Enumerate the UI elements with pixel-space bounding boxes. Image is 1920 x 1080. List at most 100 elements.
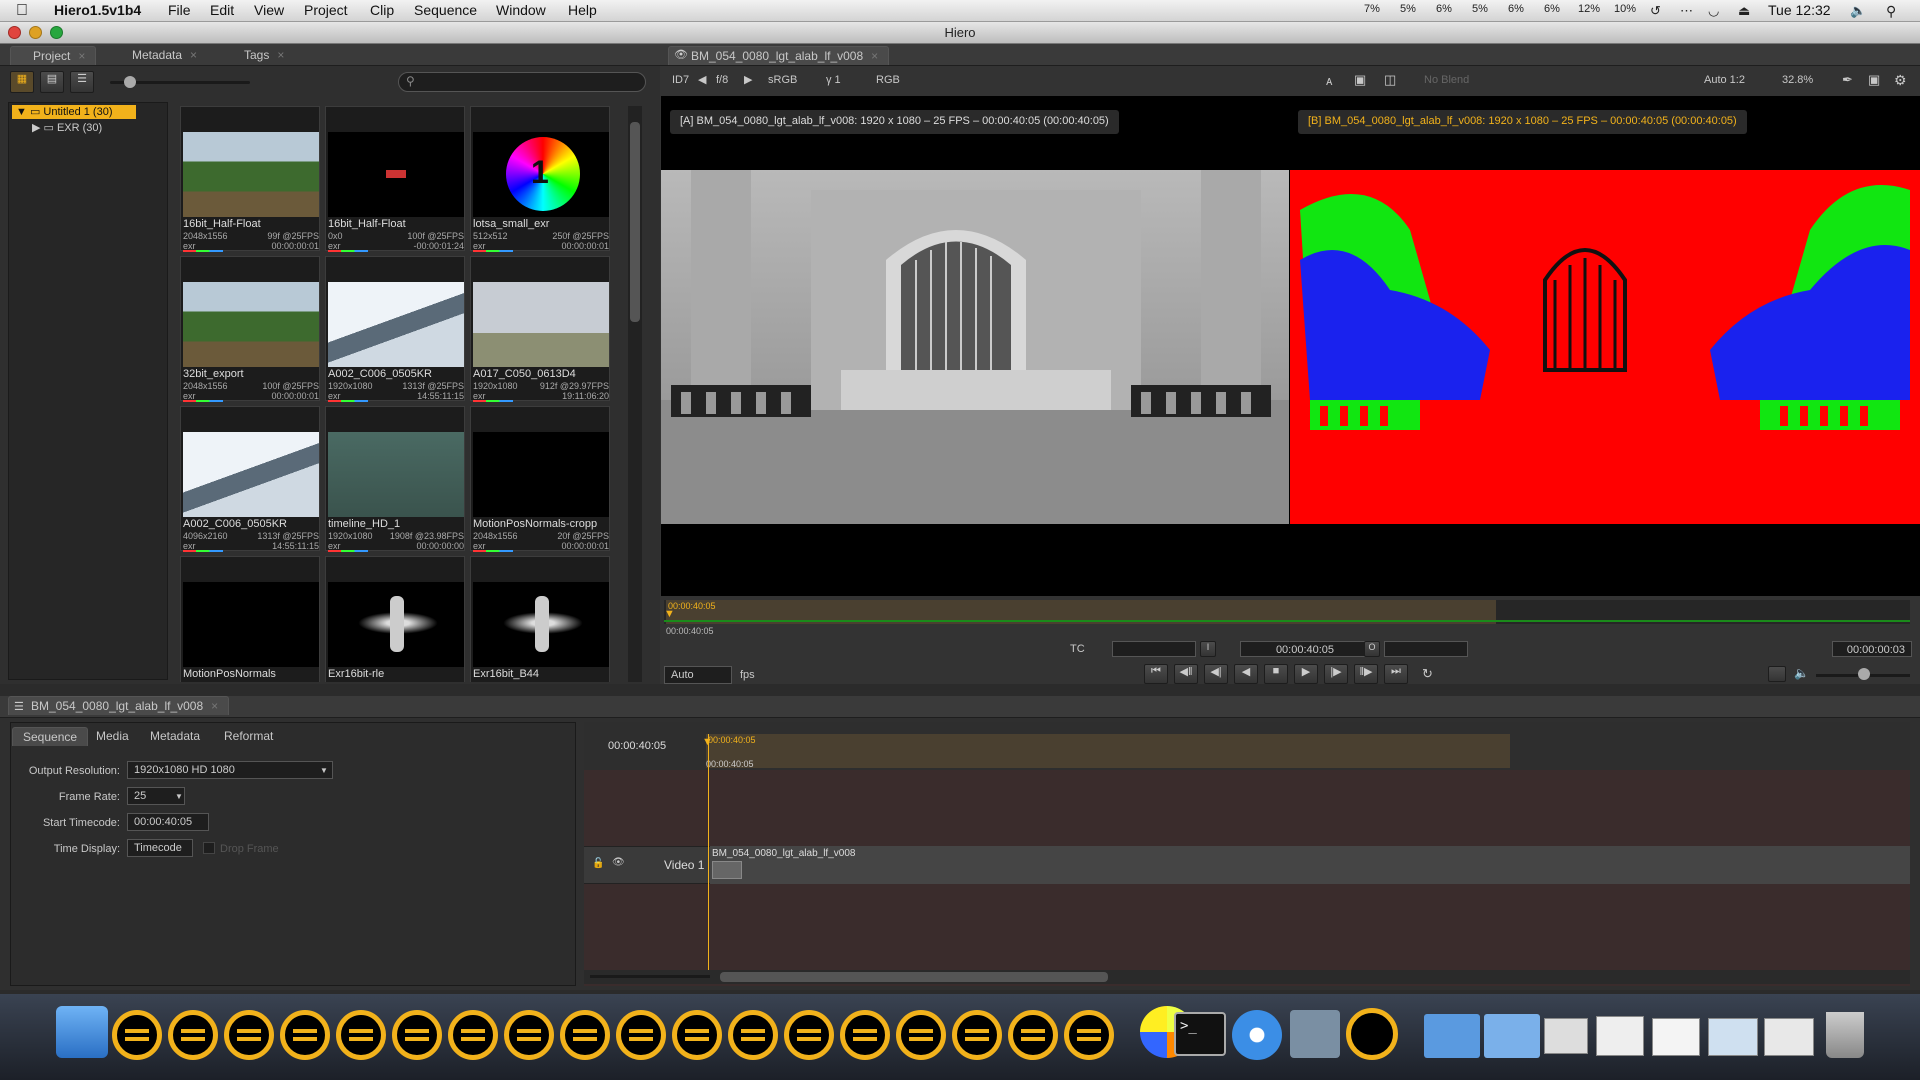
previous-edit-button[interactable]: ◀‖ [1174, 664, 1198, 684]
thumbnail-view-button[interactable]: ▦ [10, 71, 34, 93]
close-tab-icon[interactable]: × [211, 699, 218, 713]
close-tab-icon[interactable]: × [190, 48, 197, 62]
tree-item-project[interactable]: ▼ ▭ Untitled 1 (30) [12, 105, 136, 119]
settings-gear-icon[interactable]: ⚙ [1894, 72, 1907, 89]
hiero-dock-icon[interactable] [840, 1010, 890, 1060]
fstop-value[interactable]: f/8 [716, 74, 728, 86]
menu-clip[interactable]: Clip [370, 2, 394, 18]
timecode-mode-select[interactable]: TC [1070, 643, 1085, 655]
hiero-dock-icon[interactable] [616, 1010, 666, 1060]
eject-icon[interactable]: ⏏ [1738, 3, 1750, 19]
timeline-clip[interactable] [710, 846, 1910, 884]
hiero-dock-icon[interactable] [112, 1010, 162, 1060]
more-icon[interactable]: ⋯ [1680, 3, 1693, 19]
hiero-icon[interactable] [1346, 1008, 1398, 1060]
playhead-marker-icon[interactable]: ▼ [664, 608, 675, 620]
playhead[interactable] [708, 734, 709, 970]
proxy-select[interactable]: Auto 1:2 [1704, 74, 1745, 86]
viewer-id[interactable]: ID7 [672, 74, 689, 86]
clip-thumbnail[interactable]: Exr16bit_B44 [470, 556, 610, 682]
tab-tags[interactable]: Tags × [222, 46, 294, 65]
applications-folder-icon[interactable] [1424, 1014, 1480, 1058]
next-edit-button[interactable]: ‖▶ [1354, 664, 1378, 684]
close-tab-icon[interactable]: × [78, 49, 85, 63]
track-visibility-eye-icon[interactable]: 👁 [612, 857, 625, 868]
menu-project[interactable]: Project [304, 2, 348, 18]
clip-thumbnail[interactable]: MotionPosNormals [180, 556, 320, 682]
fps-select[interactable]: Auto [664, 666, 732, 684]
hiero-dock-icon[interactable] [672, 1010, 722, 1060]
list-view-button[interactable]: ▤ [40, 71, 64, 93]
subtab-sequence[interactable]: Sequence [12, 727, 89, 746]
set-out-button[interactable]: O [1364, 641, 1380, 657]
timeline-scrollbar-thumb[interactable] [720, 972, 1108, 982]
clip-thumbnail[interactable]: timeline_HD_1 1920x1080 1908f @23.98FPS exr… [325, 406, 465, 552]
step-forward-button[interactable]: |▶ [1324, 664, 1348, 684]
time-machine-icon[interactable]: ↺ [1650, 3, 1661, 19]
tab-viewer[interactable]: BM_054_0080_lgt_alab_lf_v008 × [668, 46, 890, 65]
wifi-icon[interactable]: ◡ [1708, 3, 1719, 19]
hiero-dock-icon[interactable] [336, 1010, 386, 1060]
scrollbar-thumb[interactable] [630, 122, 640, 322]
subtab-reformat[interactable]: Reformat [214, 727, 283, 746]
stop-button[interactable]: ■ [1264, 664, 1288, 684]
step-back-button[interactable]: ◀| [1204, 664, 1228, 684]
minimized-window-thumbnail[interactable] [1708, 1018, 1758, 1056]
channels-select[interactable]: RGB [876, 74, 900, 86]
blend-mode-select[interactable]: No Blend [1424, 74, 1469, 86]
output-resolution-select[interactable]: 1920x1080 HD 1080 [127, 761, 333, 779]
menu-sequence[interactable]: Sequence [414, 2, 477, 18]
details-view-button[interactable]: ☰ [70, 71, 94, 93]
drop-frame-checkbox[interactable] [203, 842, 215, 854]
clock[interactable]: Tue 12:32 [1768, 2, 1831, 18]
stop-next-icon[interactable]: ▶ [744, 73, 752, 86]
menu-help[interactable]: Help [568, 2, 597, 18]
volume-slider-handle[interactable] [1858, 668, 1870, 680]
tab-sequence[interactable]: BM_054_0080_lgt_alab_lf_v008 × [8, 696, 230, 715]
hiero-dock-icon[interactable] [728, 1010, 778, 1060]
spotlight-icon[interactable]: ⚲ [1886, 3, 1896, 20]
playhead-marker-icon[interactable]: ▼ [702, 736, 713, 748]
apple-menu-icon[interactable]:  [16, 2, 28, 20]
lock-track-icon[interactable]: 🔓 [592, 858, 604, 869]
documents-folder-icon[interactable] [1484, 1014, 1540, 1058]
minimized-window-thumbnail[interactable] [1596, 1016, 1644, 1056]
play-reverse-button[interactable]: ◀ [1234, 664, 1258, 684]
subtab-media[interactable]: Media [86, 727, 139, 746]
out-point-field[interactable] [1384, 641, 1468, 657]
zoom-window-icon[interactable] [50, 26, 63, 39]
stop-prev-icon[interactable]: ◀ [698, 73, 706, 86]
minimize-window-icon[interactable] [29, 26, 42, 39]
menu-view[interactable]: View [254, 2, 284, 18]
safari-icon[interactable] [1232, 1010, 1282, 1060]
hiero-dock-icon[interactable] [224, 1010, 274, 1060]
minimized-window-thumbnail[interactable] [1764, 1018, 1814, 1056]
audio-mute-button[interactable] [1768, 666, 1786, 682]
menu-window[interactable]: Window [496, 2, 546, 18]
loop-mode-icon[interactable]: ↻ [1422, 666, 1433, 682]
clip-thumbnail[interactable]: 16bit_Half-Float 0x0 100f @25FPS exr -00:00:… [325, 106, 465, 252]
clip-thumbnail[interactable]: MotionPosNormals-cropp 2048x1556 20f @25FP… [470, 406, 610, 552]
hiero-dock-icon[interactable] [392, 1010, 442, 1060]
hiero-dock-icon[interactable] [1008, 1010, 1058, 1060]
clip-thumbnail[interactable]: Exr16bit-rle [325, 556, 465, 682]
hiero-dock-icon[interactable] [952, 1010, 1002, 1060]
hiero-dock-icon[interactable] [504, 1010, 554, 1060]
minimized-window-thumbnail[interactable] [1544, 1018, 1588, 1054]
time-display-select[interactable]: Timecode [127, 839, 193, 857]
current-timecode-field[interactable]: 00:00:40:05 [1240, 641, 1370, 657]
hiero-dock-icon[interactable] [896, 1010, 946, 1060]
hiero-dock-icon[interactable] [784, 1010, 834, 1060]
finder-icon[interactable] [56, 1006, 108, 1058]
tree-item-exr[interactable]: ▶ ▭ EXR (30) [32, 121, 102, 134]
hiero-dock-icon[interactable] [1064, 1010, 1114, 1060]
go-to-start-button[interactable]: ⏮ [1144, 664, 1168, 684]
minimized-window-thumbnail[interactable] [1652, 1018, 1700, 1056]
play-button[interactable]: ▶ [1294, 664, 1318, 684]
zoom-select[interactable]: 32.8% [1782, 74, 1813, 86]
close-tab-icon[interactable]: × [277, 48, 284, 62]
colorspace-select[interactable]: sRGB [768, 74, 797, 86]
preview-icon[interactable] [1290, 1010, 1340, 1058]
bin-search-input[interactable] [398, 72, 646, 92]
trash-icon[interactable] [1826, 1012, 1864, 1058]
